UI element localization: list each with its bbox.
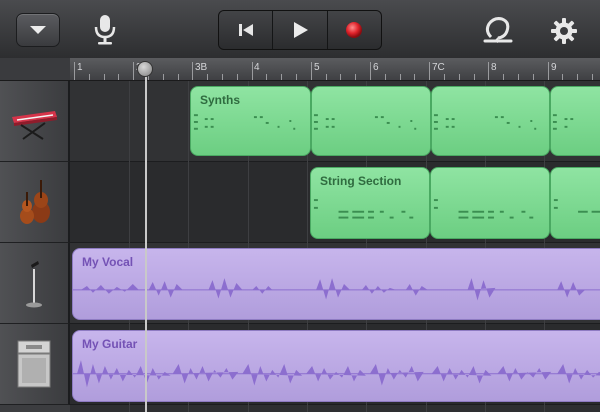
ruler-tick [384, 74, 386, 80]
microphone-button[interactable] [88, 12, 122, 48]
ruler-tick [74, 62, 75, 80]
midi-notes [433, 199, 534, 219]
midi-notes [313, 114, 417, 130]
rewind-button[interactable] [219, 11, 274, 49]
ruler-tick [370, 62, 371, 80]
audio-waveform [73, 278, 600, 301]
ruler-tick [162, 74, 164, 80]
ruler-tick [296, 74, 297, 80]
ruler-tick [88, 74, 90, 80]
ruler-tick [518, 74, 519, 80]
ruler-tick [444, 74, 445, 80]
ruler-tick [192, 62, 194, 80]
keyboard-synth-icon [12, 111, 57, 140]
garageband-tracks-view: 1 2 3B 4 5 6 7C 8 9 [0, 0, 600, 412]
loop-icon [483, 17, 513, 43]
bar-label: 7C [432, 62, 445, 73]
menu-button[interactable] [16, 13, 60, 47]
ruler-tick [236, 74, 238, 80]
midi-notes [193, 114, 296, 130]
synths-region[interactable] [550, 86, 600, 156]
loop-browser-button[interactable] [478, 12, 518, 48]
strings-region[interactable]: String Section [310, 167, 430, 239]
ruler-tick [207, 74, 209, 80]
ruler-tick [118, 74, 120, 80]
ruler-tick [281, 74, 283, 80]
ruler-tick [532, 74, 534, 80]
ruler-tick [562, 74, 564, 80]
play-button[interactable] [273, 11, 328, 49]
ruler-tick [177, 74, 179, 80]
ruler-tick [340, 74, 342, 80]
microphone-stand-icon [26, 261, 42, 308]
playhead-handle[interactable] [137, 61, 153, 77]
guitar-amp-icon [17, 340, 51, 388]
ruler-corner [0, 58, 70, 81]
bar-label: 6 [373, 62, 379, 73]
midi-notes [552, 114, 574, 130]
bar-label: 3B [195, 62, 208, 73]
ruler-tick [458, 74, 460, 80]
settings-button[interactable] [545, 12, 583, 50]
midi-notes [553, 199, 600, 213]
playhead-line [145, 68, 147, 412]
record-button[interactable] [327, 11, 381, 49]
guitar-region[interactable]: My Guitar [72, 330, 600, 402]
ruler-tick [414, 74, 416, 80]
ruler-tick [503, 74, 505, 80]
ruler-tick [577, 74, 579, 80]
strings-region[interactable] [550, 167, 600, 239]
ruler-tick [355, 74, 357, 80]
track-header-vocal[interactable] [0, 243, 70, 324]
ruler-tick [266, 74, 268, 80]
bar-label: 5 [314, 62, 320, 73]
track-headers [0, 81, 70, 412]
ruler-tick [222, 74, 223, 80]
violin-cello-icon [20, 180, 50, 224]
strings-region[interactable] [430, 167, 550, 239]
chevron-down-icon [30, 26, 46, 34]
ruler-tick [133, 62, 135, 80]
synths-region[interactable] [431, 86, 550, 156]
ruler-tick [310, 62, 312, 80]
track-lanes: Synths String Section My Vocal My Guitar [70, 81, 600, 412]
midi-notes [433, 114, 537, 130]
ruler-tick [103, 74, 105, 80]
rewind-to-start-icon [238, 24, 253, 36]
bar-label: 9 [551, 62, 557, 73]
ruler-tick [251, 62, 253, 80]
toolbar [0, 0, 600, 59]
ruler-tick [399, 74, 401, 80]
bar-label: 1 [77, 62, 83, 73]
midi-notes [313, 199, 414, 219]
track-header-synths[interactable] [0, 81, 70, 162]
track-header-guitar[interactable] [0, 324, 70, 405]
track-header-strings[interactable] [0, 162, 70, 243]
audio-waveform [73, 360, 600, 388]
record-icon [346, 22, 363, 38]
ruler-tick [325, 74, 327, 80]
ruler-tick [488, 62, 490, 80]
synths-region[interactable]: Synths [190, 86, 311, 156]
ruler-tick [592, 74, 593, 80]
bar-label: 4 [254, 62, 260, 73]
gear-icon [551, 18, 577, 44]
synths-region[interactable] [311, 86, 431, 156]
ruler-tick [429, 62, 431, 80]
play-icon [293, 22, 308, 38]
ruler-tick [473, 74, 475, 80]
ruler-tick [547, 62, 549, 80]
bar-label: 8 [491, 62, 497, 73]
microphone-icon [94, 15, 116, 45]
vocal-region[interactable]: My Vocal [72, 248, 600, 320]
transport-controls [218, 10, 382, 50]
